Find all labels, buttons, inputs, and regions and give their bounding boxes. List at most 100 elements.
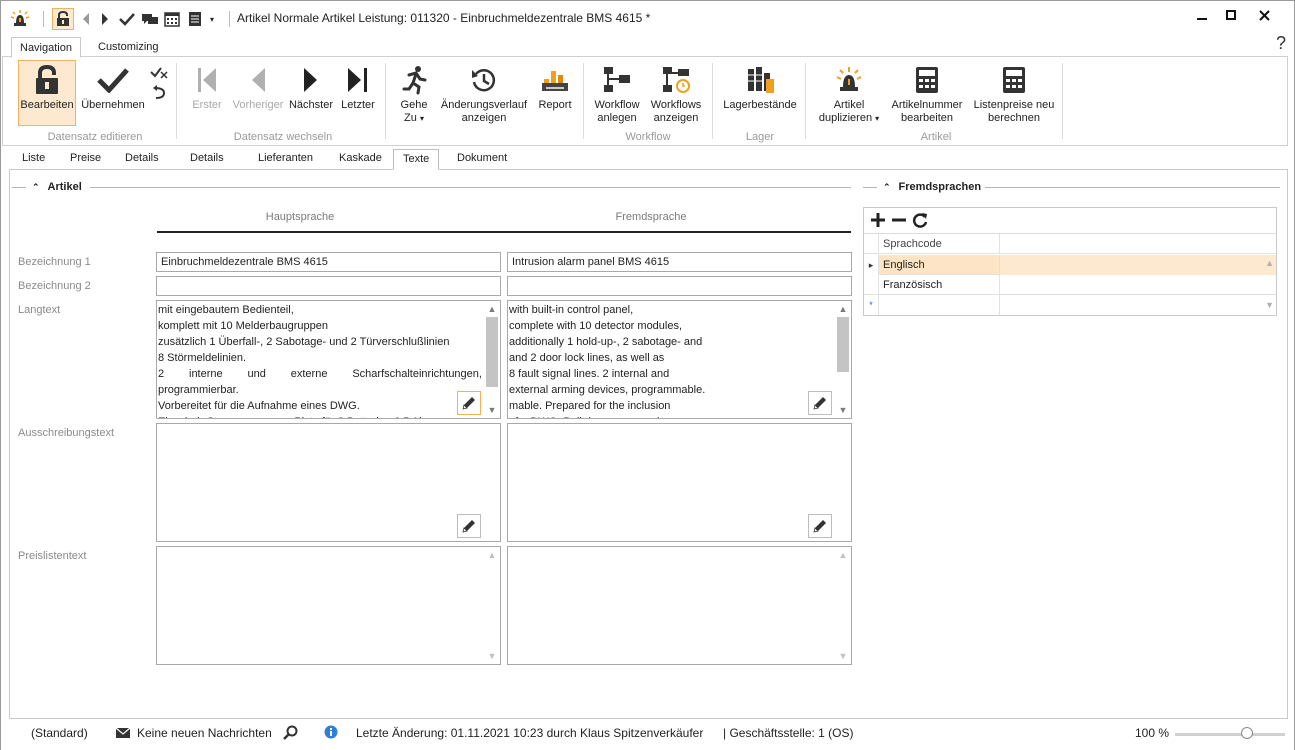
scroll-up-icon[interactable]: ▲ — [1265, 258, 1274, 268]
lagerbestaende-button[interactable]: Lagerbestände — [721, 61, 799, 112]
tab-details-i[interactable]: Details I — [116, 149, 168, 183]
tab-liste[interactable]: Liste — [13, 149, 54, 170]
messages-icon[interactable] — [141, 9, 159, 29]
bezeichnung-2-fremd-input[interactable] — [507, 276, 852, 296]
gehe-zu-button[interactable]: Gehe Zu ▾ — [391, 61, 437, 125]
scrollbar[interactable]: ▲ ▼ — [835, 547, 851, 664]
listenpreise-button[interactable]: Listenpreise neu berechnen — [969, 61, 1059, 125]
tab-kaskade[interactable]: Kaskade — [330, 149, 391, 170]
calendar-icon[interactable] — [164, 9, 180, 29]
alarm-lamp-icon[interactable] — [9, 9, 31, 29]
table-row[interactable]: ▸ Englisch — [864, 255, 1276, 275]
remove-icon[interactable] — [890, 211, 908, 232]
scrollbar[interactable]: ▲ ▼ — [484, 301, 500, 418]
group-label-workflow: Workflow — [625, 131, 671, 143]
langtext-fremd-textarea[interactable]: with built-in control panel, complete wit… — [507, 300, 852, 419]
bezeichnung-1-haupt-input[interactable]: Einbruchmeldezentrale BMS 4615 — [156, 252, 501, 272]
scrollbar[interactable]: ▲ ▼ — [484, 547, 500, 664]
langtext-haupt-textarea[interactable]: mit eingebautem Bedienteil, komplett mit … — [156, 300, 501, 419]
tab-preise[interactable]: Preise — [61, 149, 110, 170]
add-icon[interactable] — [869, 211, 887, 232]
uebernehmen-button[interactable]: Übernehmen — [79, 61, 147, 112]
new-row[interactable]: * — [864, 295, 1276, 315]
search-icon[interactable] — [282, 725, 298, 744]
workflows-anzeigen-button[interactable]: Workflows anzeigen — [647, 61, 705, 125]
aenderungsverlauf-button[interactable]: Änderungsverlauf anzeigen — [439, 61, 529, 125]
letzter-button[interactable]: Letzter — [337, 61, 379, 112]
scroll-down-icon[interactable]: ▼ — [484, 648, 500, 664]
undo-icon[interactable] — [152, 85, 166, 104]
check-icon[interactable] — [119, 9, 135, 29]
tab-details-ii[interactable]: Details II — [181, 149, 233, 183]
report-button[interactable]: Report — [534, 61, 576, 112]
info-icon — [324, 725, 338, 742]
tab-texte[interactable]: Texte — [393, 149, 440, 170]
edit-pencil-icon[interactable] — [457, 514, 481, 538]
scroll-down-icon[interactable]: ▼ — [484, 402, 500, 418]
help-icon[interactable]: ? — [1276, 33, 1286, 54]
separator — [1062, 63, 1063, 139]
scroll-up-icon[interactable]: ▲ — [484, 301, 500, 317]
discard-icon[interactable] — [150, 65, 168, 82]
erster-button[interactable]: Erster — [186, 61, 228, 112]
bezeichnung-2-haupt-input[interactable] — [156, 276, 501, 296]
refresh-icon[interactable] — [911, 211, 929, 232]
next-arrow-icon[interactable] — [100, 9, 110, 29]
alarm-lamp-icon — [815, 61, 883, 99]
running-man-icon — [391, 61, 437, 99]
bearbeiten-button[interactable]: Bearbeiten — [18, 60, 76, 126]
artikel-duplizieren-button[interactable]: Artikel duplizieren ▾ — [815, 61, 883, 125]
scroll-down-icon[interactable]: ▼ — [1265, 300, 1274, 310]
preislisten-haupt-textarea[interactable]: ▲ ▼ — [156, 546, 501, 665]
app-window: ▾ Artikel Normale Artikel Leistung: 0113… — [0, 0, 1295, 750]
ausschreibung-haupt-textarea[interactable] — [156, 423, 501, 542]
sprachcode-cell[interactable]: Französisch — [879, 275, 1000, 295]
scrollbar[interactable]: ▲ ▼ — [835, 301, 851, 418]
label-bezeichnung-2: Bezeichnung 2 — [18, 280, 91, 292]
sprachcode-cell[interactable]: Englisch — [879, 255, 1000, 275]
scroll-up-icon[interactable]: ▲ — [484, 547, 500, 563]
lock-icon[interactable] — [52, 8, 74, 30]
edit-pencil-icon[interactable] — [808, 391, 832, 415]
lagerbestaende-label: Lagerbestände — [723, 99, 797, 111]
status-nachrichten[interactable]: Keine neuen Nachrichten — [137, 726, 272, 740]
ausschreibung-fremd-textarea[interactable] — [507, 423, 852, 542]
scroll-up-icon[interactable]: ▲ — [835, 301, 851, 317]
workflow-anlegen-button[interactable]: Workflow anlegen — [591, 61, 643, 125]
sprachcode-cell[interactable] — [879, 295, 1000, 315]
maximize-button[interactable] — [1217, 5, 1245, 25]
artikelnummer-bearbeiten-button[interactable]: Artikelnummer bearbeiten — [887, 61, 967, 125]
status-standard[interactable]: (Standard) — [31, 726, 88, 740]
collapse-chevron-icon: ⌃ — [32, 181, 40, 192]
list-icon[interactable] — [188, 9, 202, 29]
minimize-button[interactable] — [1188, 5, 1216, 25]
tab-dokument[interactable]: Dokument — [448, 149, 516, 170]
fremdsprachen-section-header[interactable]: ⌃ Fremdsprachen — [883, 181, 981, 193]
artikel-section-header[interactable]: ⌃ Artikel — [32, 181, 82, 193]
previous-arrow-icon[interactable] — [81, 9, 91, 29]
naechster-button[interactable]: Nächster — [288, 61, 334, 112]
close-button[interactable] — [1250, 5, 1278, 25]
scroll-down-icon[interactable]: ▼ — [835, 402, 851, 418]
scroll-thumb[interactable] — [486, 317, 498, 387]
duplizieren-label: duplizieren — [818, 112, 873, 124]
edit-pencil-icon[interactable] — [808, 514, 832, 538]
preislisten-fremd-textarea[interactable]: ▲ ▼ — [507, 546, 852, 665]
table-row[interactable]: Französisch — [864, 275, 1276, 295]
bezeichnung-1-fremd-input[interactable]: Intrusion alarm panel BMS 4615 — [507, 252, 852, 272]
customize-dropdown-icon[interactable]: ▾ — [210, 9, 214, 29]
tab-customizing[interactable]: Customizing — [90, 37, 167, 58]
tab-navigation[interactable]: Navigation — [11, 37, 81, 58]
vorheriger-label: Vorheriger — [232, 99, 284, 111]
column-header-sprachcode[interactable]: Sprachcode — [879, 234, 1000, 254]
edit-pencil-icon[interactable] — [457, 391, 481, 415]
scroll-thumb[interactable] — [837, 317, 849, 372]
vorheriger-button[interactable]: Vorheriger — [229, 61, 287, 112]
tab-lieferanten[interactable]: Lieferanten — [249, 149, 322, 170]
zoom-slider-thumb[interactable] — [1240, 727, 1253, 739]
scroll-down-icon[interactable]: ▼ — [835, 648, 851, 664]
zoom-slider-track[interactable] — [1175, 733, 1285, 736]
envelope-icon[interactable] — [115, 727, 131, 742]
ribbon: Bearbeiten Übernehmen Datensatz editiere… — [2, 56, 1288, 146]
scroll-up-icon[interactable]: ▲ — [835, 547, 851, 563]
